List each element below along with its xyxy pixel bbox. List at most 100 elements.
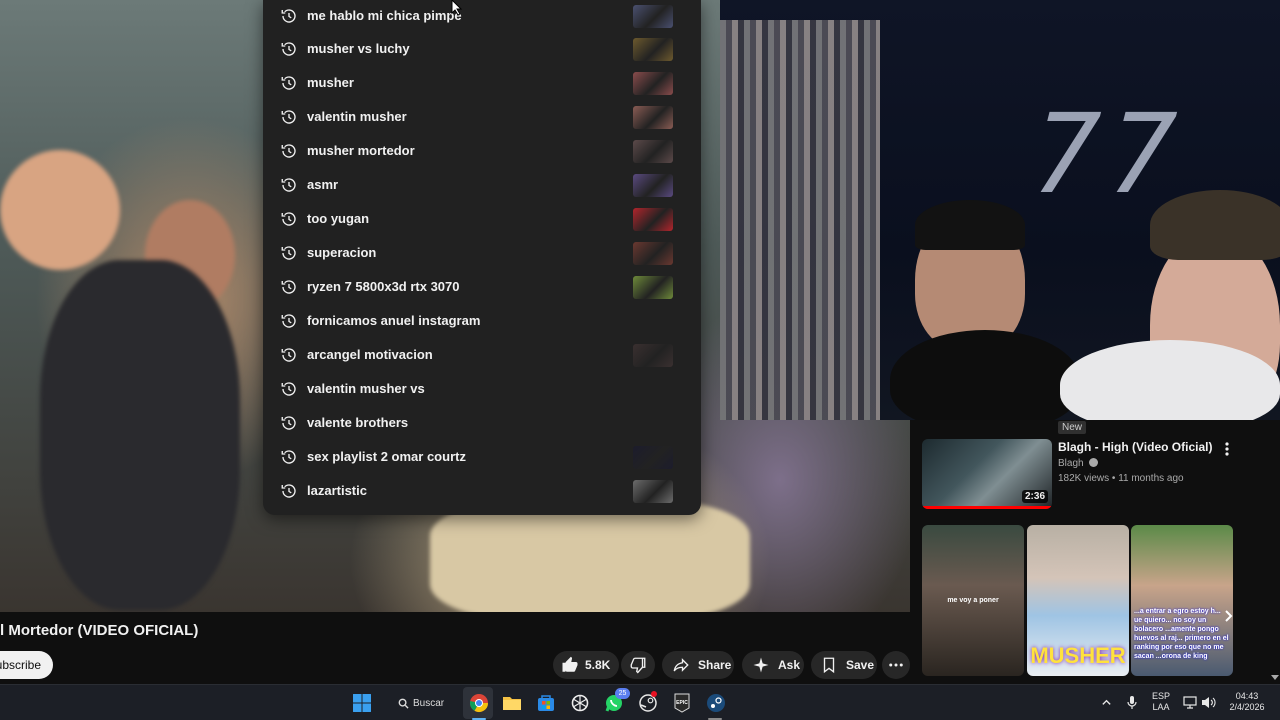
- history-icon: [281, 212, 296, 226]
- search-history-item[interactable]: asmr: [263, 169, 701, 203]
- chatgpt-icon[interactable]: [570, 693, 590, 713]
- webcam-curtain: [720, 20, 880, 420]
- search-history-thumbnail: [633, 242, 673, 265]
- short-card[interactable]: MUSHER: [1027, 525, 1129, 676]
- history-icon: [281, 450, 296, 464]
- taskbar-search[interactable]: Buscar: [390, 691, 456, 715]
- related-video-title[interactable]: Blagh - High (Video Oficial): [1058, 440, 1212, 454]
- share-icon: [673, 658, 689, 672]
- search-icon: [398, 698, 409, 709]
- ask-button[interactable]: Ask: [742, 651, 804, 679]
- search-history-item[interactable]: musher mortedor: [263, 135, 701, 169]
- webcam-person-right-hair: [1150, 190, 1280, 260]
- microsoft-store-icon[interactable]: [536, 693, 556, 713]
- webcam-person-left-shirt: [890, 330, 1080, 420]
- history-icon: [281, 178, 296, 192]
- more-actions-button[interactable]: [882, 651, 910, 679]
- related-video-meta: 182K views • 11 months ago: [1058, 473, 1184, 484]
- search-history-item[interactable]: ryzen 7 5800x3d rtx 3070: [263, 271, 701, 305]
- share-label: Share: [698, 658, 732, 672]
- dislike-button[interactable]: [621, 651, 655, 679]
- microphone-icon[interactable]: [1126, 695, 1138, 710]
- search-history-item[interactable]: arcangel motivacion: [263, 339, 701, 373]
- related-video-thumbnail[interactable]: 2:36: [922, 439, 1052, 509]
- like-button[interactable]: 5.8K: [553, 651, 619, 679]
- search-history-item[interactable]: too yugan: [263, 203, 701, 237]
- history-icon: [281, 484, 296, 498]
- short-card[interactable]: ...a entrar a egro estoy h... ue quiero.…: [1131, 525, 1233, 676]
- clock[interactable]: 04:43 2/4/2026: [1224, 691, 1270, 713]
- duration-badge: 2:36: [1021, 490, 1048, 503]
- search-history-thumbnail: [633, 446, 673, 469]
- windows-start-icon[interactable]: [352, 693, 372, 713]
- sparkle-icon: [753, 657, 769, 673]
- short-caption: me voy a poner: [947, 597, 999, 604]
- more-vertical-icon[interactable]: [1221, 441, 1233, 457]
- search-history-label: asmr: [307, 177, 339, 192]
- search-history-thumbnail: [633, 344, 673, 367]
- history-icon: [281, 144, 296, 158]
- history-icon: [281, 314, 296, 328]
- search-history-label: musher vs luchy: [307, 41, 410, 56]
- related-channel-name: Blagh: [1058, 458, 1084, 469]
- search-history-item[interactable]: superacion: [263, 237, 701, 271]
- language-indicator[interactable]: ESP LAA: [1148, 691, 1174, 713]
- screen: 77 me hablo mi chica pimpe musher vs luch…: [0, 0, 1280, 720]
- search-history-item[interactable]: fornicamos anuel instagram: [263, 305, 701, 339]
- search-history-thumbnail: [633, 72, 673, 95]
- verified-icon: [1089, 458, 1099, 467]
- search-history-thumbnail: [633, 480, 673, 503]
- short-caption: ...a entrar a egro estoy h... ue quiero.…: [1134, 608, 1229, 660]
- whatsapp-unread-badge: 25: [615, 688, 630, 699]
- save-button[interactable]: Save: [811, 651, 877, 679]
- subscribe-button[interactable]: ubscribe: [0, 651, 53, 679]
- short-card[interactable]: me voy a poner: [922, 525, 1024, 676]
- steam-icon[interactable]: [706, 693, 726, 713]
- webcam-person-left-hair: [915, 200, 1025, 250]
- search-history-thumbnail: [633, 276, 673, 299]
- video-title: l Mortedor (VIDEO OFICIAL): [0, 622, 199, 639]
- clock-time: 04:43: [1235, 691, 1259, 701]
- chevron-right-icon[interactable]: [1222, 609, 1236, 623]
- file-explorer-icon[interactable]: [502, 693, 522, 713]
- search-history-label: arcangel motivacion: [307, 347, 433, 362]
- search-history-label: superacion: [307, 245, 377, 260]
- search-history-label: ryzen 7 5800x3d rtx 3070: [307, 279, 460, 294]
- chrome-icon[interactable]: [469, 693, 489, 713]
- search-history-item[interactable]: me hablo mi chica pimpe: [263, 0, 701, 34]
- search-history-item[interactable]: musher: [263, 67, 701, 101]
- scrollbar-down-arrow-icon[interactable]: [1270, 672, 1280, 682]
- svg-text:EPIC: EPIC: [676, 700, 688, 706]
- search-history-thumbnail: [633, 140, 673, 163]
- network-icon[interactable]: [1183, 696, 1197, 709]
- search-history-item[interactable]: valente brothers: [263, 407, 701, 441]
- search-history-item[interactable]: lazartistic: [263, 475, 701, 509]
- webcam-wall-number: 77: [1014, 90, 1198, 218]
- webcam-overlay: 77: [720, 0, 1280, 420]
- share-button[interactable]: Share: [662, 651, 734, 679]
- epic-games-icon[interactable]: EPIC: [672, 693, 692, 713]
- clock-date: 2/4/2026: [1229, 702, 1265, 712]
- ask-label: Ask: [778, 658, 801, 672]
- history-icon: [281, 9, 296, 23]
- related-video-channel[interactable]: Blagh: [1058, 458, 1099, 469]
- search-history-thumbnail: [633, 106, 673, 129]
- search-history-item[interactable]: sex playlist 2 omar courtz: [263, 441, 701, 475]
- chevron-up-icon[interactable]: [1101, 697, 1112, 708]
- keyboard-layout: LAA: [1152, 702, 1170, 712]
- history-icon: [281, 416, 296, 430]
- search-history-label: musher: [307, 75, 354, 90]
- volume-icon[interactable]: [1201, 696, 1216, 709]
- history-icon: [281, 110, 296, 124]
- search-history-thumbnail: [633, 208, 673, 231]
- mouse-cursor-icon: [451, 0, 463, 16]
- search-history-item[interactable]: valentin musher vs: [263, 373, 701, 407]
- search-history-item[interactable]: musher vs luchy: [263, 33, 701, 67]
- save-label: Save: [846, 658, 875, 672]
- notification-dot: [651, 691, 657, 697]
- short-caption: MUSHER: [1030, 643, 1126, 668]
- video-frame-shirt: [430, 500, 750, 612]
- search-history-item[interactable]: valentin musher: [263, 101, 701, 135]
- search-history-label: fornicamos anuel instagram: [307, 313, 481, 328]
- search-history-label: musher mortedor: [307, 143, 415, 158]
